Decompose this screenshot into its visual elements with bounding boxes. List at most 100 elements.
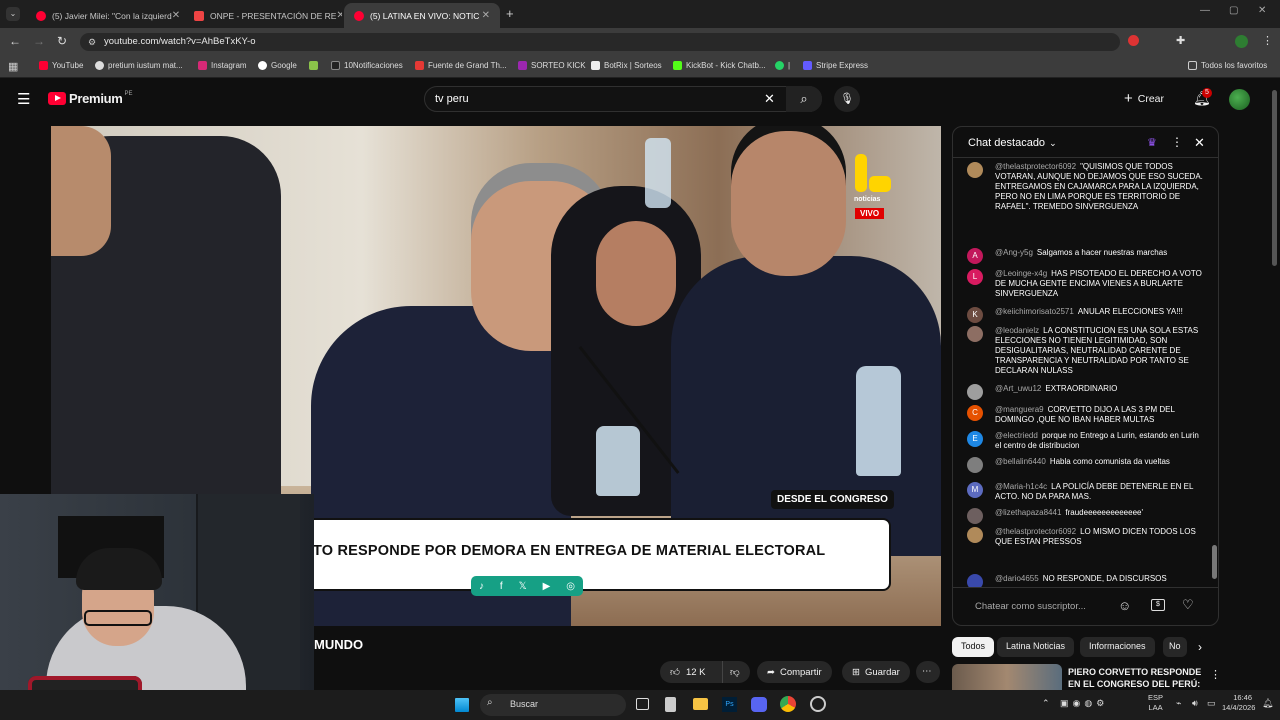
youtube-logo[interactable]: Premium PE <box>48 91 133 106</box>
bookmark-sorteo-kick[interactable]: SORTEO KICK <box>518 61 586 70</box>
language-indicator[interactable]: ESP LAA <box>1148 693 1163 713</box>
bookmark-whatsapp[interactable]: | <box>775 61 790 70</box>
extensions-puzzle-icon[interactable]: ✚ <box>1176 34 1185 47</box>
bookmark-instagram[interactable]: Instagram <box>198 61 247 70</box>
tray-chevron-icon[interactable]: ⌃ <box>1042 698 1050 709</box>
chat-author[interactable]: @dario4655 <box>995 574 1039 583</box>
chip-latina-noticias[interactable]: Latina Noticias <box>997 637 1075 657</box>
related-menu-icon[interactable]: ⋮ <box>1210 668 1221 681</box>
task-view-icon[interactable] <box>636 698 649 710</box>
chat-avatar[interactable]: A <box>967 248 983 264</box>
reload-icon[interactable]: ↻ <box>57 34 67 48</box>
chat-author[interactable]: @lizethapaza8441 <box>995 508 1061 517</box>
maximize-icon[interactable]: ▢ <box>1229 5 1238 16</box>
back-icon[interactable]: ← <box>9 34 21 48</box>
app-icon[interactable] <box>665 697 676 712</box>
chat-avatar[interactable] <box>967 326 983 342</box>
search-icon[interactable]: ⌕ <box>786 86 822 112</box>
dislike-button[interactable]: 👎︎ <box>722 661 750 683</box>
hamburger-menu-icon[interactable]: ☰ <box>17 90 30 108</box>
chat-scrollbar[interactable] <box>1212 545 1217 579</box>
chat-avatar[interactable]: L <box>967 269 983 285</box>
more-actions-button[interactable]: ⋯ <box>916 661 940 683</box>
network-icon[interactable]: ⌁ <box>1176 698 1181 709</box>
browser-tab-3[interactable]: (5) LATINA EN VIVO: NOTIC ✕ <box>344 3 500 28</box>
chat-avatar[interactable] <box>967 384 983 400</box>
chat-author[interactable]: @electriedd <box>995 431 1038 440</box>
chat-author[interactable]: @manguera9 <box>995 405 1044 414</box>
heart-icon[interactable]: ♡ <box>1182 597 1194 613</box>
chat-avatar[interactable]: E <box>967 431 983 447</box>
chat-author[interactable]: @Leoinge-x4g <box>995 269 1047 278</box>
close-window-icon[interactable]: ✕ <box>1258 5 1266 16</box>
emoji-icon[interactable]: ☺ <box>1118 598 1131 613</box>
chip-todos[interactable]: Todos <box>952 637 995 657</box>
share-button[interactable]: ➦ Compartir <box>757 661 832 683</box>
bookmark-pretium[interactable]: pretium iustum mat... <box>95 61 183 70</box>
chat-avatar[interactable]: M <box>967 482 983 498</box>
related-title[interactable]: PIERO CORVETTO RESPONDE EN EL CONGRESO D… <box>1068 666 1208 690</box>
chip-informaciones[interactable]: Informaciones <box>1080 637 1155 657</box>
file-explorer-icon[interactable] <box>693 698 708 710</box>
chip-more[interactable]: No <box>1163 637 1187 657</box>
chat-avatar[interactable] <box>967 457 983 473</box>
chat-author[interactable]: @leodanielz <box>995 326 1039 335</box>
extension-icon[interactable] <box>1128 35 1139 46</box>
all-bookmarks[interactable]: Todos los favoritos <box>1188 61 1267 70</box>
browser-tab-1[interactable]: (5) Javier Milei: "Con la izquierd ✕ <box>26 3 182 28</box>
bookmark-grand-theft[interactable]: Fuente de Grand Th... <box>415 61 507 70</box>
bookmark-botrix[interactable]: BotRix | Sorteos <box>591 61 662 70</box>
search-input[interactable]: tv peru <box>424 86 822 112</box>
voice-search-icon[interactable]: 🎙 <box>834 86 860 112</box>
windows-start-icon[interactable] <box>455 698 469 712</box>
close-tab-icon[interactable]: ✕ <box>482 10 490 21</box>
browser-tab-2[interactable]: ONPE - PRESENTACIÓN DE RE ✕ <box>184 3 342 28</box>
browser-menu-icon[interactable]: ⋮ <box>1262 34 1273 47</box>
chat-avatar[interactable] <box>967 162 983 178</box>
battery-icon[interactable]: ▭ <box>1207 698 1216 709</box>
chat-menu-icon[interactable]: ⋮ <box>1171 135 1183 149</box>
save-button[interactable]: ⊞ Guardar <box>842 661 910 683</box>
chat-avatar[interactable] <box>967 527 983 543</box>
site-info-icon[interactable]: ⚙ <box>88 37 96 48</box>
bookmark-10notificaciones[interactable]: 10Notificaciones <box>331 61 403 70</box>
volume-icon[interactable]: 🔊︎ <box>1192 698 1198 709</box>
forward-icon[interactable]: → <box>33 34 45 48</box>
discord-icon[interactable] <box>751 697 767 712</box>
chat-header[interactable]: Chat destacado ⌄ <box>968 137 1057 149</box>
app-icon[interactable] <box>810 696 826 712</box>
chat-input[interactable]: Chatear como suscriptor... <box>975 601 1086 612</box>
close-chat-icon[interactable]: ✕ <box>1194 135 1205 151</box>
bookmark-stripe[interactable]: Stripe Express <box>803 61 868 70</box>
new-tab-icon[interactable]: + <box>506 6 514 21</box>
tab-search-icon[interactable]: ⌄ <box>6 7 20 21</box>
taskbar-search[interactable]: Buscar <box>480 694 626 716</box>
chat-author[interactable]: @Ang-y5g <box>995 248 1033 257</box>
chat-author[interactable]: @bellalin6440 <box>995 457 1046 466</box>
apps-icon[interactable]: ▦ <box>8 60 18 73</box>
page-scrollbar[interactable] <box>1272 90 1277 266</box>
chat-author[interactable]: @thelastprotector6092 <box>995 527 1076 536</box>
clear-search-icon[interactable]: ✕ <box>764 91 775 107</box>
notification-center-icon[interactable]: 🔔︎ <box>1262 698 1273 709</box>
chevron-right-icon[interactable]: › <box>1198 640 1202 654</box>
chat-author[interactable]: @thelastprotector6092 <box>995 162 1076 171</box>
chat-avatar[interactable]: K <box>967 307 983 323</box>
create-button[interactable]: + Crear <box>1124 90 1164 107</box>
minimize-icon[interactable]: — <box>1200 5 1210 16</box>
crown-icon[interactable]: ♛ <box>1147 136 1157 149</box>
close-tab-icon[interactable]: ✕ <box>172 10 180 21</box>
chat-avatar[interactable] <box>967 574 983 587</box>
chat-author[interactable]: @keiichimorisato2571 <box>995 307 1074 316</box>
bookmark-colorful[interactable] <box>309 61 322 70</box>
chrome-icon[interactable] <box>780 696 796 712</box>
bookmark-youtube[interactable]: YouTube <box>39 61 83 70</box>
related-thumbnail[interactable] <box>952 664 1062 690</box>
profile-avatar[interactable] <box>1235 35 1248 48</box>
chat-author[interactable]: @Maria-h1c4c <box>995 482 1047 491</box>
like-button[interactable]: 👍︎ 12 K <box>660 661 722 683</box>
clock[interactable]: 16:46 14/4/2026 <box>1222 693 1255 713</box>
bookmark-kickbot[interactable]: KickBot - Kick Chatb... <box>673 61 766 70</box>
close-tab-icon[interactable]: ✕ <box>336 10 342 21</box>
chat-avatar[interactable]: C <box>967 405 983 421</box>
